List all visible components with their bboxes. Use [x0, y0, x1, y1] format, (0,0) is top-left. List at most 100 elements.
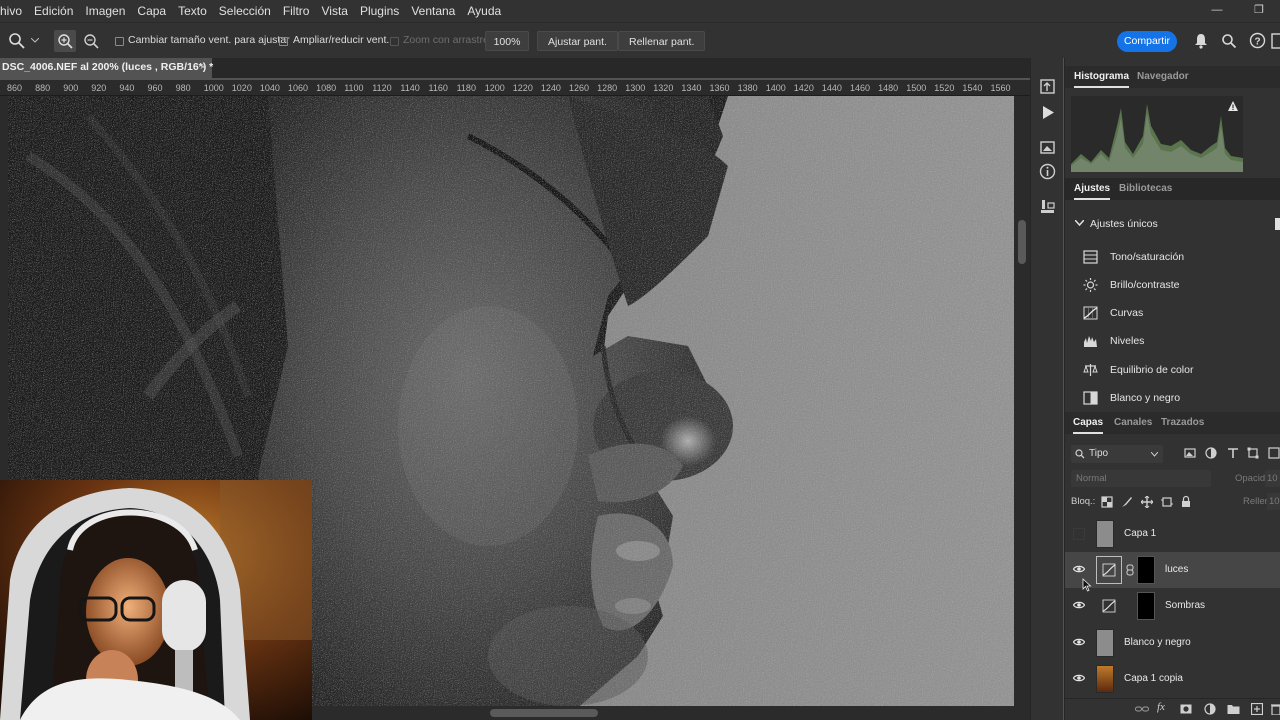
mask-icon[interactable] — [1180, 703, 1192, 715]
tab-channels[interactable]: Canales — [1114, 412, 1152, 434]
layer-row-selected[interactable]: luces — [1065, 552, 1280, 588]
layer-mask-thumbnail[interactable] — [1137, 556, 1155, 584]
vertical-scroll-thumb[interactable] — [1018, 220, 1026, 264]
adjust-brightness-contrast[interactable]: Brillo/contraste — [1083, 275, 1273, 295]
menu-image[interactable]: Imagen — [79, 4, 131, 18]
link-layers-icon[interactable] — [1135, 704, 1149, 714]
horizontal-scroll-thumb[interactable] — [490, 709, 598, 717]
menu-edit[interactable]: Edición — [28, 4, 79, 18]
layer-row[interactable]: Blanco y negro — [1065, 625, 1280, 661]
fit-screen-button[interactable]: Ajustar pant. — [537, 31, 618, 51]
layer-thumbnail — [1096, 556, 1122, 584]
lock-artboard-icon[interactable] — [1161, 496, 1173, 508]
resize-windows-checkbox[interactable] — [115, 37, 124, 46]
filter-smart-object-icon[interactable] — [1268, 447, 1280, 459]
tab-layers[interactable]: Capas — [1073, 412, 1104, 434]
filter-pixel-icon[interactable] — [1184, 447, 1196, 459]
chevron-down-icon — [1151, 452, 1158, 457]
adjust-label: Blanco y negro — [1110, 392, 1181, 404]
help-icon[interactable]: ? — [1249, 32, 1266, 49]
menu-help[interactable]: Ayuda — [461, 4, 507, 18]
eye-icon[interactable] — [1073, 673, 1085, 683]
opacity-field[interactable]: 10 — [1265, 470, 1280, 487]
layer-name: Sombras — [1165, 600, 1206, 611]
restore-button[interactable]: ❐ — [1238, 0, 1280, 22]
play-icon[interactable] — [1039, 104, 1056, 121]
fill-field[interactable]: 10 — [1267, 493, 1280, 510]
link-icon[interactable] — [1126, 564, 1134, 576]
adjust-label: Equilibrio de color — [1110, 364, 1194, 376]
adjust-black-white[interactable]: Blanco y negro — [1083, 388, 1273, 408]
close-tab-button[interactable]: × — [200, 58, 206, 77]
menu-select[interactable]: Selección — [213, 4, 277, 18]
menu-view[interactable]: Vista — [315, 4, 353, 18]
ruler-tick-label: 940 — [119, 83, 135, 93]
filter-shape-icon[interactable] — [1247, 447, 1259, 459]
history-icon[interactable] — [1039, 78, 1056, 95]
tab-histogram[interactable]: Histograma — [1074, 66, 1130, 88]
layer-row[interactable]: Sombras — [1065, 588, 1280, 624]
adjust-hue-saturation[interactable]: Tono/saturación — [1083, 247, 1273, 267]
adjust-curves[interactable]: Curvas — [1083, 303, 1273, 323]
workspace-icon[interactable] — [1271, 32, 1280, 50]
zoom-out-icon[interactable] — [80, 30, 102, 52]
adjust-color-balance[interactable]: Equilibrio de color — [1083, 360, 1273, 380]
lock-position-icon[interactable] — [1141, 496, 1153, 508]
group-icon[interactable] — [1227, 703, 1240, 715]
tab-paths[interactable]: Trazados — [1161, 412, 1204, 434]
tab-libraries[interactable]: Bibliotecas — [1119, 178, 1172, 200]
vertical-scrollbar[interactable] — [1014, 96, 1030, 720]
visibility-toggle-off[interactable] — [1073, 528, 1085, 540]
lock-pixels-icon[interactable] — [1121, 496, 1133, 508]
menu-plugins[interactable]: Plugins — [354, 4, 405, 18]
adjust-label: Niveles — [1110, 335, 1145, 347]
filter-adjustment-icon[interactable] — [1205, 447, 1217, 459]
scrubby-zoom-checkbox[interactable] — [390, 37, 399, 46]
menu-window[interactable]: Ventana — [405, 4, 461, 18]
search-icon[interactable] — [1221, 33, 1237, 49]
eye-icon[interactable] — [1073, 637, 1085, 647]
minimize-button[interactable]: — — [1196, 0, 1238, 22]
ruler-tick-label: 1500 — [906, 83, 927, 93]
share-button[interactable]: Compartir — [1117, 31, 1177, 52]
blend-mode-select[interactable]: Normal — [1071, 470, 1211, 487]
new-layer-icon[interactable] — [1251, 703, 1263, 715]
tab-navigator[interactable]: Navegador — [1137, 66, 1189, 88]
warning-icon[interactable] — [1227, 100, 1239, 112]
horizontal-scrollbar[interactable] — [312, 706, 1014, 720]
swatches-icon[interactable] — [1039, 138, 1056, 155]
document-tab[interactable]: DSC_4006.NEF al 200% (luces , RGB/16*) *… — [0, 58, 213, 78]
menu-filter[interactable]: Filtro — [277, 4, 316, 18]
zoom-tool-icon[interactable] — [8, 32, 26, 50]
lock-transparency-icon[interactable] — [1101, 496, 1113, 508]
zoom-percent-field[interactable]: 100% — [485, 31, 529, 51]
eye-icon[interactable] — [1073, 564, 1085, 574]
panel-menu-icon[interactable] — [1275, 218, 1280, 230]
trash-icon[interactable] — [1271, 703, 1280, 715]
histogram-tabs: Histograma Navegador — [1065, 66, 1280, 88]
layers-tabs: Capas Canales Trazados — [1065, 412, 1280, 434]
ruler-tick-label: 1240 — [540, 83, 561, 93]
lock-all-icon[interactable] — [1180, 495, 1192, 508]
layer-filter-select[interactable]: Tipo — [1071, 445, 1163, 463]
zoom-all-checkbox[interactable] — [279, 37, 288, 46]
adjust-levels[interactable]: Niveles — [1083, 331, 1273, 351]
ruler-tick-label: 1320 — [653, 83, 674, 93]
adjustment-icon[interactable] — [1204, 703, 1216, 715]
tab-adjustments[interactable]: Ajustes — [1074, 178, 1111, 200]
fill-screen-button[interactable]: Rellenar pant. — [618, 31, 706, 51]
layer-row[interactable]: Capa 1 — [1065, 516, 1280, 552]
properties-icon[interactable] — [1039, 198, 1056, 215]
zoom-in-button[interactable] — [54, 30, 76, 52]
menu-file[interactable]: chivo — [0, 4, 28, 18]
layer-row[interactable]: Capa 1 copia — [1065, 661, 1280, 697]
info-icon[interactable] — [1039, 163, 1056, 180]
layer-mask-thumbnail[interactable] — [1137, 592, 1155, 620]
fx-icon[interactable]: fx — [1157, 701, 1165, 713]
bell-icon[interactable] — [1193, 33, 1209, 49]
eye-icon[interactable] — [1073, 600, 1085, 610]
menu-layer[interactable]: Capa — [131, 4, 172, 18]
menu-type[interactable]: Texto — [172, 4, 213, 18]
chevron-down-icon[interactable] — [31, 38, 39, 44]
filter-type-icon[interactable] — [1227, 447, 1239, 459]
